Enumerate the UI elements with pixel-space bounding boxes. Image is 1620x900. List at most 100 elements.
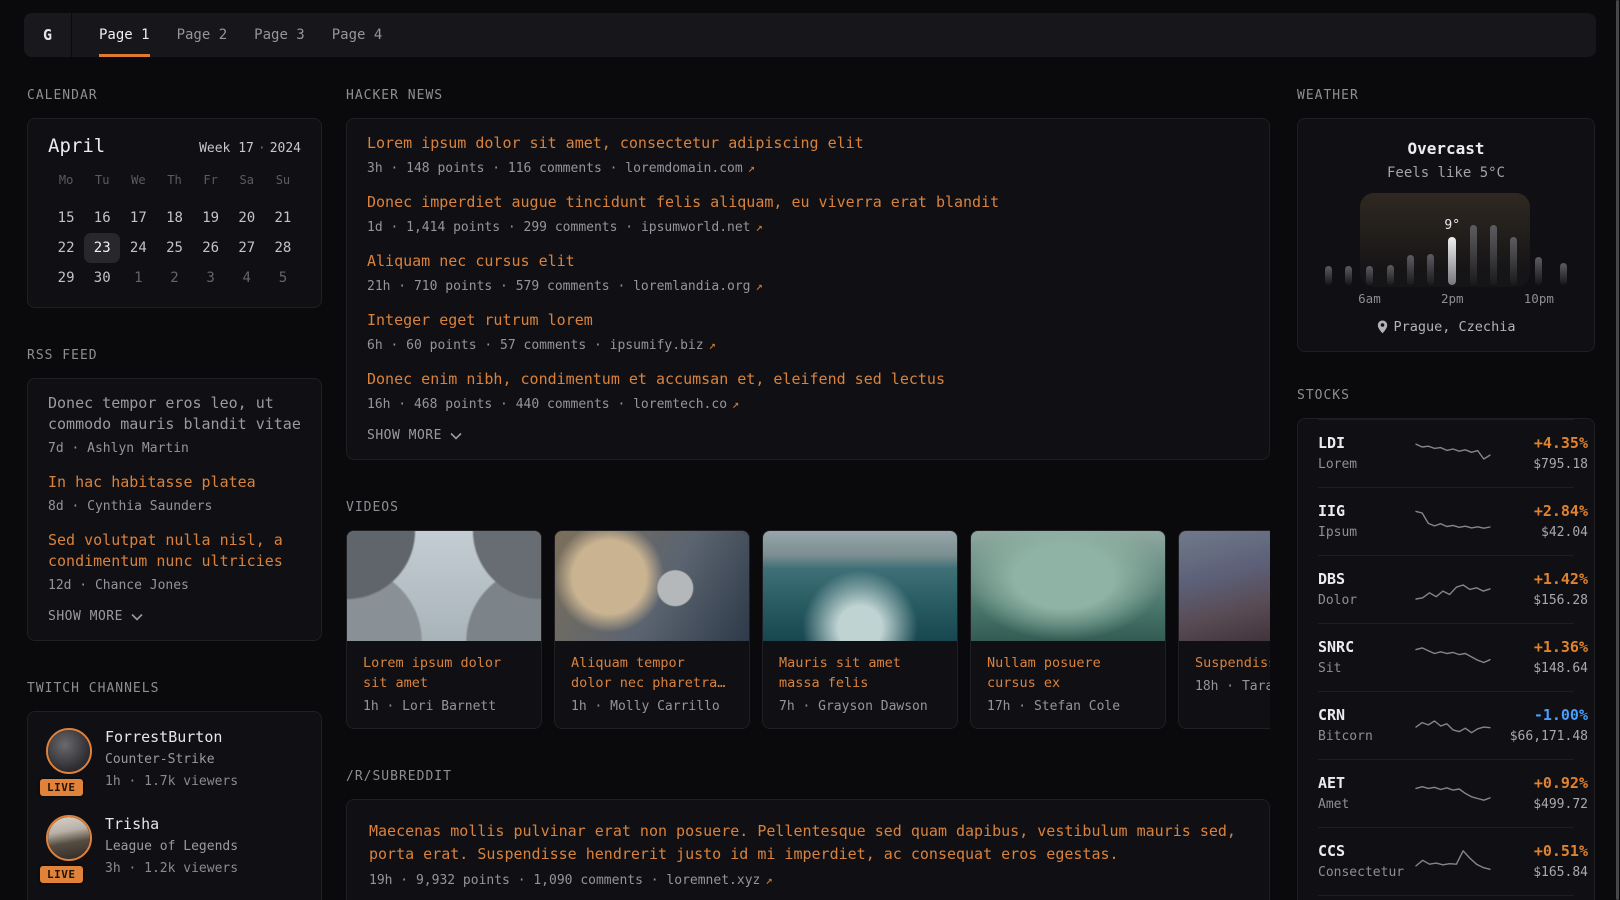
calendar-day: 29 xyxy=(48,263,84,293)
video-card-body: Lorem ipsum dolor sit amet consectetu… 1… xyxy=(347,641,541,728)
rss-items: Donec tempor eros leo, ut commodo mauris… xyxy=(48,393,301,595)
section-label-rss: RSS FEED xyxy=(27,348,322,363)
hacker-news-item-title[interactable]: Donec imperdiet augue tincidunt felis al… xyxy=(367,192,1249,213)
item-domain[interactable]: loremdomain.com xyxy=(625,161,742,176)
weather-bar-column: 9° 2pm xyxy=(1441,218,1464,307)
external-link-icon: ↗ xyxy=(709,338,716,352)
hacker-news-item-title[interactable]: Aliquam nec cursus elit xyxy=(367,251,1249,272)
page-tab[interactable]: Page 3 xyxy=(254,13,305,57)
stock-price: $148.64 xyxy=(1496,661,1588,677)
temperature-bar xyxy=(1490,225,1497,285)
video-title[interactable]: Aliquam tempor dolor nec pharetra… xyxy=(571,653,733,693)
hacker-news-item: Donec enim nibh, condimentum et accumsan… xyxy=(367,369,1249,414)
live-badge: LIVE xyxy=(38,864,85,885)
calendar-day: 16 xyxy=(84,203,120,233)
stock-row: SNRC Sit +1.36% $148.64 xyxy=(1318,623,1574,691)
stock-row: CRN Bitcorn -1.00% $66,171.48 xyxy=(1318,691,1574,759)
chevron-down-icon xyxy=(450,432,462,440)
video-meta: 7h · Grayson Dawson xyxy=(779,699,941,714)
section-label-weather: WEATHER xyxy=(1297,88,1595,103)
item-domain[interactable]: ipsumify.biz xyxy=(610,338,704,353)
calendar-day: 24 xyxy=(120,233,156,263)
weather-bar-column xyxy=(1318,262,1338,307)
stock-name: Consectetur xyxy=(1318,865,1410,881)
stock-values: +0.92% $499.72 xyxy=(1496,774,1588,813)
hacker-news-item-title[interactable]: Lorem ipsum dolor sit amet, consectetur … xyxy=(367,133,1249,154)
video-card[interactable]: Aliquam tempor dolor nec pharetra… 1h · … xyxy=(554,530,750,729)
stock-price: $156.28 xyxy=(1496,593,1588,609)
video-card[interactable]: Nullam posuere cursus ex 17h · Stefan Co… xyxy=(970,530,1166,729)
hacker-news-show-more-button[interactable]: SHOW MORE xyxy=(367,428,1249,443)
avatar-photo xyxy=(48,730,90,772)
item-domain[interactable]: loremlandia.org xyxy=(633,279,750,294)
twitch-channel-row[interactable]: LIVE ForrestBurton Counter-Strike 1h · 1… xyxy=(46,728,303,791)
rss-item-title[interactable]: Donec tempor eros leo, ut commodo mauris… xyxy=(48,393,301,435)
item-meta-text: 1d · 1,414 points · 299 comments · xyxy=(367,220,641,235)
rss-item-title[interactable]: Sed volutpat nulla nisl, a condimentum n… xyxy=(48,530,301,572)
weather-bar-column xyxy=(1421,250,1441,307)
hour-label: 6am xyxy=(1358,291,1381,307)
video-thumbnail[interactable] xyxy=(1179,531,1270,641)
temperature-bar xyxy=(1560,263,1567,285)
item-domain[interactable]: loremtech.co xyxy=(633,397,727,412)
hacker-news-item-title[interactable]: Integer eget rutrum lorem xyxy=(367,310,1249,331)
twitch-channel-info: ForrestBurton Counter-Strike 1h · 1.7k v… xyxy=(105,728,238,791)
twitch-channel-row[interactable]: LIVE Trisha League of Legends 3h · 1.2k … xyxy=(46,815,303,878)
video-meta: 1h · Lori Barnett xyxy=(363,699,525,714)
stock-values: +0.51% $165.84 xyxy=(1496,842,1588,881)
stock-row: DBS Dolor +1.42% $156.28 xyxy=(1318,555,1574,623)
video-title[interactable]: Lorem ipsum dolor sit amet consectetu… xyxy=(363,653,525,693)
day-header: We xyxy=(120,169,156,191)
stock-sparkline xyxy=(1414,505,1492,539)
calendar-day: 19 xyxy=(193,203,229,233)
subreddit-widget: /R/SUBREDDIT Maecenas mollis pulvinar er… xyxy=(346,769,1270,900)
video-card[interactable]: Mauris sit amet massa felis 7h · Grayson… xyxy=(762,530,958,729)
hacker-news-item-meta: 21h · 710 points · 579 comments · loreml… xyxy=(367,277,1249,296)
stock-ticker: DBS xyxy=(1318,570,1410,588)
subreddit-post-title[interactable]: Maecenas mollis pulvinar erat non posuer… xyxy=(369,820,1247,866)
twitch-channel-name[interactable]: ForrestBurton xyxy=(105,728,238,747)
video-title[interactable]: Nullam posuere cursus ex xyxy=(987,653,1149,693)
rss-item-title[interactable]: In hac habitasse platea xyxy=(48,472,301,493)
video-card[interactable]: Lorem ipsum dolor sit amet consectetu… 1… xyxy=(346,530,542,729)
current-temp-label: 9° xyxy=(1444,218,1460,233)
calendar-day: 5 xyxy=(265,263,301,293)
subreddit-post-meta: 19h · 9,932 points · 1,090 comments · lo… xyxy=(369,873,1247,888)
stock-sparkline xyxy=(1414,709,1492,743)
item-domain[interactable]: ipsumworld.net xyxy=(641,220,751,235)
calendar-day: 21 xyxy=(265,203,301,233)
video-thumbnail[interactable] xyxy=(971,531,1165,641)
video-card[interactable]: Suspendisse diam 18h · Tara xyxy=(1178,530,1270,729)
show-more-label: SHOW MORE xyxy=(367,428,442,443)
stock-sparkline xyxy=(1414,573,1492,607)
stocks-card: LDI Lorem +4.35% $795.18 IIG Ipsum xyxy=(1297,418,1595,900)
page-tab[interactable]: Page 2 xyxy=(177,13,228,57)
stock-change-percent: +0.51% xyxy=(1496,842,1588,860)
rss-show-more-button[interactable]: SHOW MORE xyxy=(48,609,301,624)
item-domain[interactable]: loremnet.xyz xyxy=(666,873,760,888)
external-link-icon: ↗ xyxy=(748,161,755,175)
page-tab[interactable]: Page 4 xyxy=(332,13,383,57)
avatar xyxy=(46,815,92,861)
video-title[interactable]: Suspendisse diam xyxy=(1195,653,1270,673)
calendar-day: 25 xyxy=(156,233,192,263)
stock-ticker: SNRC xyxy=(1318,638,1410,656)
calendar-day: 18 xyxy=(156,203,192,233)
stock-values: -1.00% $66,171.48 xyxy=(1496,706,1588,745)
video-title[interactable]: Mauris sit amet massa felis xyxy=(779,653,941,693)
video-thumbnail[interactable] xyxy=(763,531,957,641)
stock-change-percent: +2.84% xyxy=(1496,502,1588,520)
external-link-icon: ↗ xyxy=(765,873,772,887)
day-header: Th xyxy=(156,169,192,191)
stock-row: LDI Lorem +4.35% $795.18 xyxy=(1318,419,1574,487)
video-thumbnail[interactable] xyxy=(555,531,749,641)
temperature-bar xyxy=(1366,266,1373,285)
video-thumbnail[interactable] xyxy=(347,531,541,641)
hacker-news-item-title[interactable]: Donec enim nibh, condimentum et accumsan… xyxy=(367,369,1249,390)
hacker-news-item-meta: 16h · 468 points · 440 comments · loremt… xyxy=(367,395,1249,414)
page-tab[interactable]: Page 1 xyxy=(99,13,150,57)
twitch-channel-name[interactable]: Trisha xyxy=(105,815,238,834)
calendar-day: 28 xyxy=(265,233,301,263)
middle-column: HACKER NEWS Lorem ipsum dolor sit amet, … xyxy=(346,88,1270,900)
page-scrollbar[interactable] xyxy=(1616,0,1619,900)
